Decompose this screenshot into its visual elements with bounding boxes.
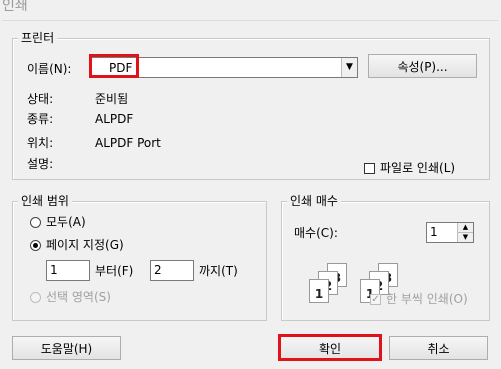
- comment-label: 설명:: [27, 157, 54, 171]
- to-label: 까지(T): [199, 264, 238, 278]
- printer-name-label: 이름(N):: [27, 62, 72, 76]
- copies-count-label: 매수(C):: [294, 226, 338, 240]
- window-title: 인쇄: [2, 0, 28, 14]
- range-all-radio[interactable]: [30, 217, 41, 228]
- print-range-group-label: 인쇄 범위: [18, 194, 72, 208]
- range-selection-radio[interactable]: [30, 292, 41, 303]
- collate-checkbox[interactable]: ✓: [370, 294, 381, 305]
- collate-label[interactable]: 한 부씩 인쇄(O): [386, 292, 468, 306]
- printer-group-label: 프린터: [18, 31, 58, 45]
- from-page-input[interactable]: 1: [46, 260, 90, 281]
- ok-highlight-box: [278, 334, 382, 361]
- type-label: 종류:: [27, 112, 54, 126]
- type-value: ALPDF: [95, 112, 134, 126]
- chevron-down-icon[interactable]: ▼: [341, 58, 357, 77]
- print-to-file-label[interactable]: 파일로 인쇄(L): [380, 161, 455, 175]
- cancel-button[interactable]: 취소: [389, 336, 488, 360]
- collate-page-1: 1: [309, 279, 329, 303]
- range-selection-label[interactable]: 선택 영역(S): [46, 290, 111, 304]
- where-value: ALPDF Port: [95, 136, 161, 150]
- copies-count-value: 1: [430, 225, 438, 239]
- help-button[interactable]: 도움말(H): [12, 336, 121, 360]
- status-label: 상태:: [27, 92, 54, 106]
- copies-group-label: 인쇄 매수: [287, 194, 341, 208]
- print-to-file-checkbox[interactable]: [364, 163, 375, 174]
- spin-down-icon[interactable]: ▼: [458, 233, 473, 242]
- range-pages-radio[interactable]: [30, 240, 41, 251]
- title-bar: 인쇄: [0, 0, 501, 22]
- status-value: 준비됨: [95, 92, 129, 106]
- range-pages-label[interactable]: 페이지 지정(G): [46, 238, 124, 252]
- range-all-label[interactable]: 모두(A): [46, 215, 86, 229]
- properties-button[interactable]: 속성(P)...: [368, 54, 477, 78]
- spin-up-icon[interactable]: ▲: [458, 223, 473, 233]
- to-page-input[interactable]: 2: [150, 260, 194, 281]
- copies-count-input[interactable]: 1 ▲ ▼: [426, 222, 474, 243]
- from-label: 부터(F): [95, 264, 134, 278]
- where-label: 위치:: [27, 136, 54, 150]
- copies-spinner[interactable]: ▲ ▼: [457, 223, 473, 242]
- name-highlight-box: [89, 54, 139, 78]
